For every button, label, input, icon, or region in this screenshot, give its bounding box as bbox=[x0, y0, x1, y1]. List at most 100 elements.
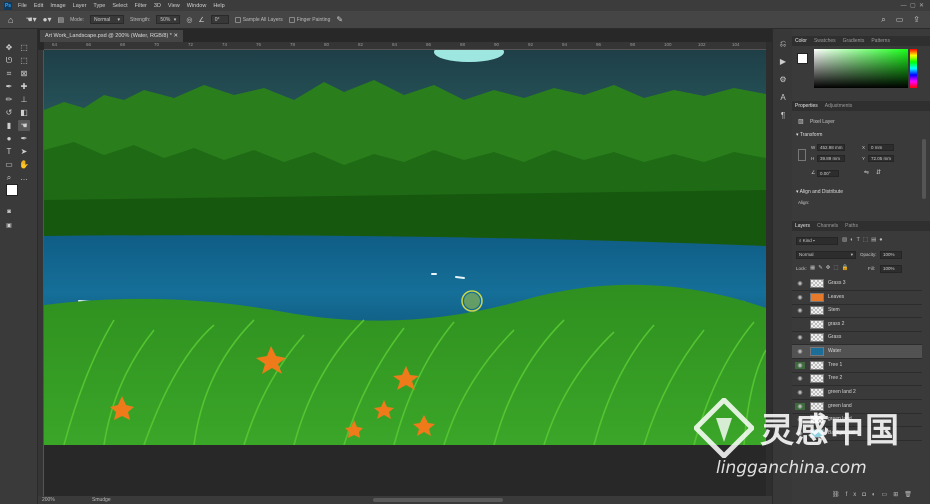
menu-image[interactable]: Image bbox=[50, 3, 65, 9]
adjustment-layer-icon[interactable]: ◐ bbox=[872, 492, 882, 498]
history-panel-icon[interactable]: ⎌ bbox=[778, 39, 788, 49]
link-dimensions-icon[interactable] bbox=[798, 149, 806, 161]
brush-tool-icon[interactable]: ✏ bbox=[3, 94, 15, 105]
tab-channels[interactable]: Channels bbox=[817, 223, 838, 229]
history-brush-tool-icon[interactable]: ↺ bbox=[3, 107, 15, 118]
document-tab[interactable]: Art Work_Landscape.psd @ 200% (Water, RG… bbox=[40, 30, 184, 42]
align-section-title[interactable]: ▾ Align and Distribute bbox=[796, 189, 843, 195]
crop-tool-icon[interactable]: ⌗ bbox=[3, 68, 15, 79]
visibility-eye-icon[interactable]: ◉ bbox=[795, 375, 805, 382]
layer-row[interactable]: ◉ Leaves bbox=[792, 291, 922, 305]
visibility-eye-icon[interactable]: ◉ bbox=[795, 389, 805, 396]
visibility-eye-icon[interactable]: ◉ bbox=[795, 307, 805, 314]
color-foreground-swatch[interactable] bbox=[797, 53, 808, 64]
menu-help[interactable]: Help bbox=[213, 3, 224, 9]
menu-filter[interactable]: Filter bbox=[135, 3, 147, 9]
color-field[interactable] bbox=[814, 49, 908, 88]
height-field[interactable]: 39.89 mm bbox=[817, 155, 845, 162]
actions-panel-icon[interactable]: ▶ bbox=[778, 57, 788, 67]
add-mask-icon[interactable]: ◘ bbox=[862, 492, 872, 498]
menu-view[interactable]: View bbox=[168, 3, 180, 9]
healing-brush-tool-icon[interactable]: ✚ bbox=[18, 81, 30, 92]
tab-patterns[interactable]: Patterns bbox=[871, 38, 890, 44]
finger-painting-checkbox[interactable]: Finger Painting bbox=[288, 16, 330, 23]
gradient-tool-icon[interactable]: ▮ bbox=[3, 120, 15, 131]
brush-size-icon[interactable]: ●▾ bbox=[43, 15, 52, 24]
workspace-icon[interactable]: ▭ bbox=[896, 15, 904, 25]
pressure-strength-icon[interactable]: ◎ bbox=[186, 16, 192, 24]
menu-select[interactable]: Select bbox=[112, 3, 127, 9]
layer-row[interactable]: grass 2 bbox=[792, 318, 922, 332]
layer-row[interactable]: ◉ Stem bbox=[792, 304, 922, 318]
transform-section-title[interactable]: ▾ Transform bbox=[796, 132, 822, 138]
flip-horizontal-icon[interactable]: ⇋ bbox=[864, 169, 869, 176]
layer-filter-kind[interactable]: ⌕ Kind ▾ bbox=[796, 237, 838, 245]
clone-stamp-tool-icon[interactable]: ⊥ bbox=[18, 94, 30, 105]
blend-mode-select[interactable]: Normal ▾ bbox=[796, 251, 856, 259]
menu-3d[interactable]: 3D bbox=[154, 3, 161, 9]
x-field[interactable]: 0 mm bbox=[868, 144, 894, 151]
paragraph-panel-icon[interactable]: ¶ bbox=[778, 111, 788, 121]
y-field[interactable]: 72.05 mm bbox=[868, 155, 894, 162]
strength-input[interactable]: 50% ▾ bbox=[156, 15, 181, 24]
link-layers-icon[interactable]: ⛓ bbox=[832, 492, 846, 498]
sample-all-layers-checkbox[interactable]: Sample All Layers bbox=[234, 16, 283, 23]
smudge-tool-preset-icon[interactable]: ☚▾ bbox=[25, 15, 36, 24]
character-panel-icon[interactable]: A bbox=[778, 93, 788, 103]
window-controls-icon[interactable]: — ▢ ✕ bbox=[901, 2, 924, 9]
layer-filter-icons[interactable]: ▨◐T⬚▤● bbox=[842, 237, 886, 243]
flip-vertical-icon[interactable]: ⇵ bbox=[876, 169, 881, 176]
properties-scrollbar[interactable] bbox=[922, 139, 926, 199]
tab-properties[interactable]: Properties bbox=[795, 103, 818, 109]
width-field[interactable]: 452.98 mm bbox=[817, 144, 845, 151]
rectangle-tool-icon[interactable]: ▭ bbox=[3, 159, 15, 170]
new-layer-icon[interactable]: ⊞ bbox=[893, 492, 904, 498]
search-icon[interactable]: ⌕ bbox=[881, 15, 885, 25]
type-tool-icon[interactable]: T bbox=[3, 146, 15, 157]
visibility-eye-icon[interactable]: ◉ bbox=[795, 280, 805, 287]
zoom-level[interactable]: 200% bbox=[42, 497, 55, 503]
layer-row[interactable]: ◉ Tree 1 bbox=[792, 359, 922, 373]
screen-mode-icon[interactable]: ▣ bbox=[3, 221, 15, 232]
brush-settings-icon[interactable]: ▤ bbox=[57, 16, 64, 24]
angle-input[interactable]: 0° bbox=[210, 15, 229, 24]
share-icon[interactable]: ⇪ bbox=[913, 15, 920, 25]
layer-row[interactable]: ◉ Grass bbox=[792, 331, 922, 345]
hue-slider[interactable] bbox=[910, 49, 917, 88]
frame-tool-icon[interactable]: ⊠ bbox=[18, 68, 30, 79]
new-group-icon[interactable]: ▭ bbox=[882, 492, 894, 498]
delete-layer-icon[interactable]: 🗑 bbox=[904, 492, 918, 498]
fill-input[interactable]: 100% bbox=[880, 265, 902, 273]
path-selection-tool-icon[interactable]: ➤ bbox=[18, 146, 30, 157]
home-icon[interactable]: ⌂ bbox=[8, 15, 13, 25]
tab-color[interactable]: Color bbox=[795, 38, 807, 44]
lasso-tool-icon[interactable]: ᘎ bbox=[3, 55, 15, 66]
visibility-eye-icon[interactable]: ◉ bbox=[795, 334, 805, 341]
quick-mask-icon[interactable]: ◙ bbox=[3, 207, 15, 218]
lock-icons[interactable]: ▦✎✥⬚🔒 bbox=[810, 265, 851, 271]
menu-window[interactable]: Window bbox=[187, 3, 207, 9]
brush-pressure-icon[interactable]: ✎ bbox=[336, 15, 343, 24]
layer-row[interactable]: ◉ Tree 2 bbox=[792, 372, 922, 386]
layer-row-selected[interactable]: ◉ Water bbox=[792, 345, 922, 359]
object-select-tool-icon[interactable]: ⬚ bbox=[18, 55, 30, 66]
layer-row[interactable]: ◉ Grass 3 bbox=[792, 277, 922, 291]
artboard-tool-icon[interactable]: ⬚ bbox=[18, 42, 30, 53]
hand-tool-icon[interactable]: ✋ bbox=[18, 159, 30, 170]
visibility-eye-icon[interactable]: ◉ bbox=[795, 348, 805, 355]
tab-gradients[interactable]: Gradients bbox=[843, 38, 865, 44]
fx-icon[interactable]: fx bbox=[846, 492, 863, 498]
dodge-tool-icon[interactable]: ● bbox=[3, 133, 15, 144]
opacity-input[interactable]: 100% bbox=[880, 251, 902, 259]
smudge-tool-icon[interactable]: ☚ bbox=[18, 120, 30, 131]
menu-edit[interactable]: Edit bbox=[34, 3, 43, 9]
angle-field[interactable]: 0.00° bbox=[817, 170, 839, 177]
eyedropper-tool-icon[interactable]: ✒ bbox=[3, 81, 15, 92]
tab-adjustments[interactable]: Adjustments bbox=[825, 103, 853, 109]
menu-layer[interactable]: Layer bbox=[73, 3, 87, 9]
document-canvas[interactable] bbox=[44, 50, 766, 445]
pen-tool-icon[interactable]: ✒ bbox=[18, 133, 30, 144]
more-tools-icon[interactable]: … bbox=[18, 172, 30, 183]
tab-swatches[interactable]: Swatches bbox=[814, 38, 836, 44]
mode-select[interactable]: Normal ▾ bbox=[90, 15, 125, 24]
